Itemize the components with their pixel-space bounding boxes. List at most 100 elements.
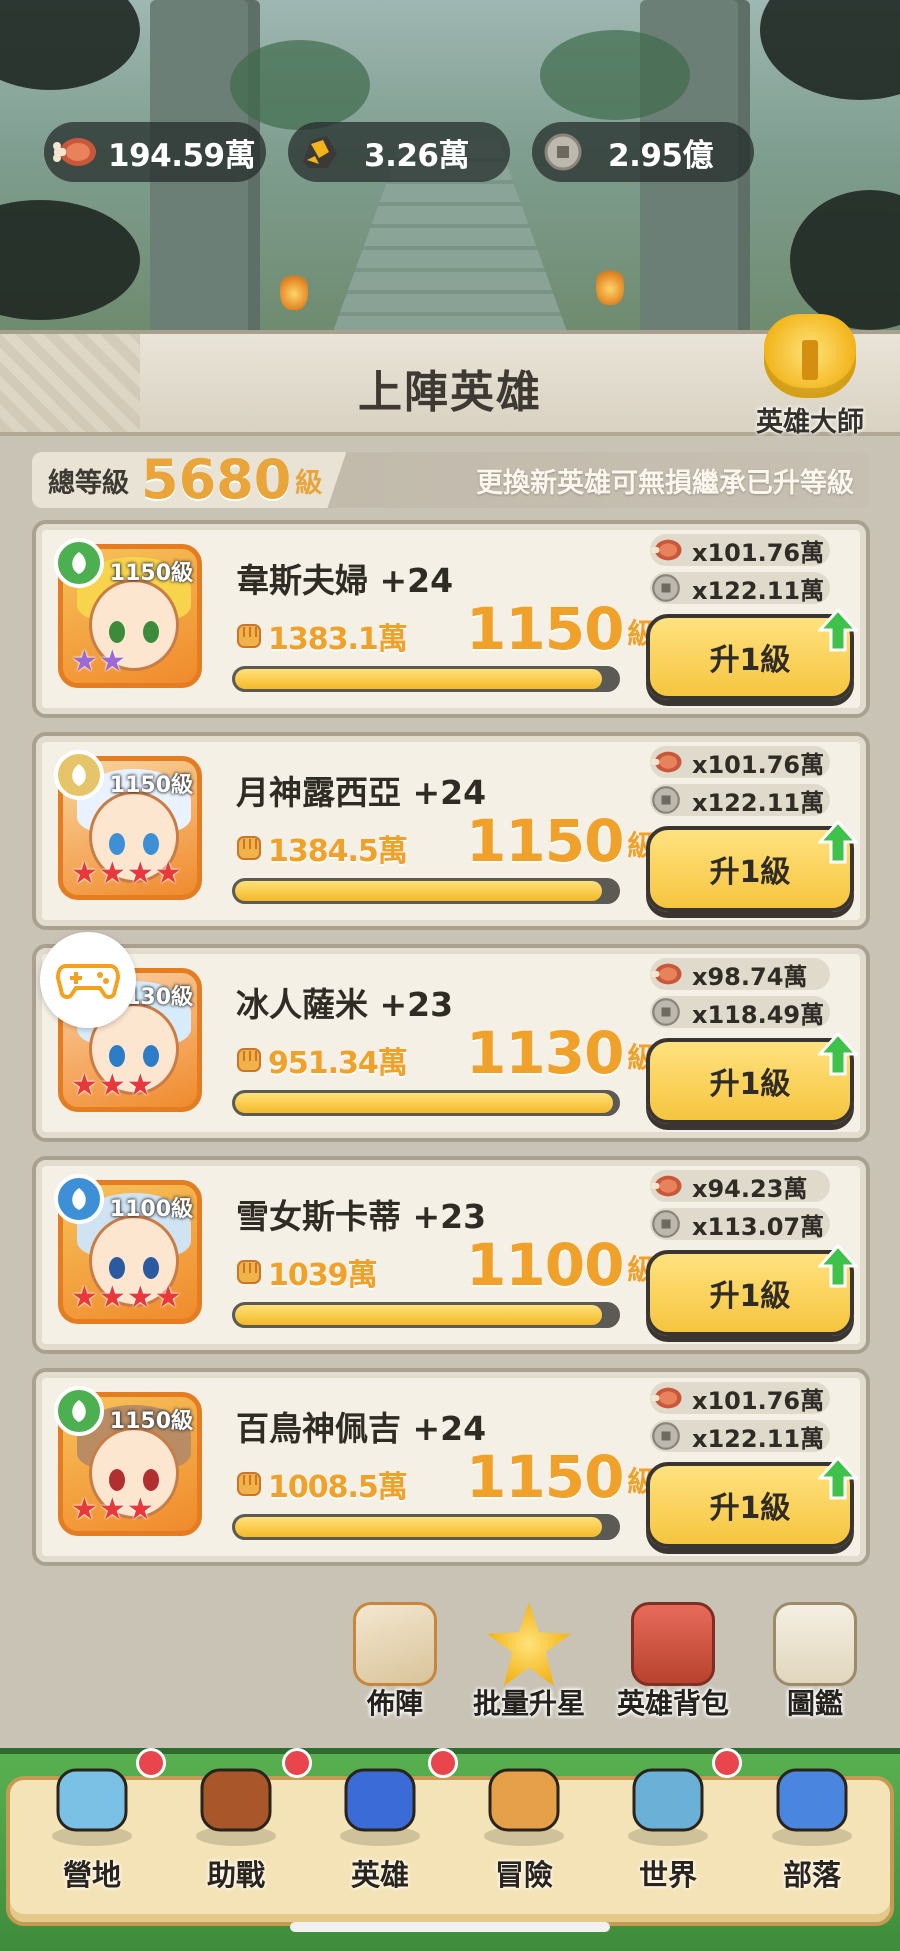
star-icon: ★ <box>71 1280 98 1315</box>
gamepad-icon <box>56 964 120 999</box>
coin-cost-value: x122.11萬 <box>692 1424 825 1453</box>
star-icon: ★ <box>126 1492 154 1527</box>
hero-eye <box>109 1045 125 1067</box>
hero-bag-icon <box>631 1602 715 1686</box>
notification-dot <box>136 1748 166 1778</box>
coin-icon <box>648 1418 684 1454</box>
meat-cost-value: x98.74萬 <box>692 962 808 991</box>
level-progress-bar <box>232 666 620 692</box>
coin-cost: x122.11萬 <box>648 570 830 606</box>
coin-icon <box>648 1206 684 1242</box>
collection-label: 圖鑑 <box>786 1687 843 1720</box>
star-icon: ★ <box>126 1280 154 1315</box>
resource-coin[interactable]: 2.95億 <box>532 122 754 182</box>
hero-stars: ★ ★ <box>71 647 126 677</box>
meat-cost-value: x101.76萬 <box>692 1386 825 1415</box>
portrait-level: 1150級 <box>109 1409 193 1434</box>
panel-header: 上陣英雄 英雄大師 <box>0 314 900 438</box>
formation-button[interactable]: 佈陣 <box>340 1602 450 1722</box>
glove-icon <box>186 1756 286 1848</box>
foliage <box>540 30 690 120</box>
element-badge-icon <box>54 1174 104 1224</box>
level-progress-bar <box>232 878 620 904</box>
progress-fill <box>235 881 602 901</box>
hero-card[interactable]: 1150級 ★ ★ ★ 百鳥神佩吉 +24 1008.5萬 1150 級 x101.… <box>32 1368 870 1566</box>
hero-eye <box>109 1257 125 1279</box>
hero-master-button[interactable]: 英雄大師 <box>750 314 870 438</box>
hero-bag-label: 英雄背包 <box>616 1687 729 1720</box>
foliage <box>0 200 140 320</box>
nav-item-tribe[interactable]: 部落 <box>742 1768 882 1894</box>
foliage <box>230 40 370 130</box>
hero-eye <box>109 1469 125 1491</box>
star-icon: ★ <box>71 1068 98 1103</box>
hero-name: 月神露西亞 +24 <box>236 773 487 812</box>
level-value: 1150 <box>466 595 624 663</box>
foliage <box>760 0 900 100</box>
torch-icon <box>596 265 624 305</box>
coin-icon <box>648 570 684 606</box>
formation-label: 佈陣 <box>366 1687 423 1720</box>
coin-icon <box>536 125 590 179</box>
notification-dot <box>712 1748 742 1778</box>
resource-meat[interactable]: 194.59萬 <box>44 122 266 182</box>
coin-cost-value: x122.11萬 <box>692 788 825 817</box>
hero-name: 冰人薩米 +23 <box>236 985 454 1024</box>
hero-card[interactable]: 1130級 ★ ★ ★ 冰人薩米 +23 951.34萬 1130 級 x98.74… <box>32 944 870 1142</box>
hero-stars: ★ ★ ★ <box>71 1071 154 1101</box>
torch-icon <box>280 270 308 310</box>
star-upgrade-icon <box>487 1602 571 1686</box>
coin-icon <box>648 994 684 1030</box>
hero-card[interactable]: 1150級 ★ ★ 韋斯夫婦 +24 1383.1萬 1150 級 x101.76… <box>32 520 870 718</box>
hero-card[interactable]: 1100級 ★ ★ ★ ★ 雪女斯卡蒂 +23 1039萬 1100 級 x94.23… <box>32 1156 870 1354</box>
notification-dot <box>282 1748 312 1778</box>
batch-star-up-button[interactable]: 批量升星 <box>464 1602 594 1722</box>
coin-cost-value: x122.11萬 <box>692 576 825 605</box>
star-icon: ★ <box>98 1280 126 1315</box>
nav-item-helmet[interactable]: 英雄 <box>310 1768 450 1894</box>
nav-item-glove[interactable]: 助戰 <box>166 1768 306 1894</box>
progress-fill <box>235 1093 614 1113</box>
star-icon: ★ <box>71 856 98 891</box>
nav-label: 部落 <box>782 1858 841 1892</box>
notification-dot <box>428 1748 458 1778</box>
green-up-arrow-icon <box>818 820 858 864</box>
green-up-arrow-icon <box>818 1032 858 1076</box>
nav-item-bat[interactable]: 冒險 <box>454 1768 594 1894</box>
coin-cost: x122.11萬 <box>648 1418 830 1454</box>
game-controller-button[interactable] <box>40 932 136 1028</box>
hero-name: 韋斯夫婦 +24 <box>236 561 454 600</box>
fist-icon <box>237 836 261 860</box>
level-progress-bar <box>232 1090 620 1116</box>
nav-label: 世界 <box>638 1858 697 1892</box>
meat-cost: x101.76萬 <box>650 1382 830 1415</box>
meat-icon <box>648 532 684 568</box>
nav-item-map[interactable]: 世界 <box>598 1768 738 1894</box>
collection-button[interactable]: 圖鑑 <box>760 1602 870 1722</box>
hero-bag-button[interactable]: 英雄背包 <box>608 1602 738 1722</box>
resource-ore[interactable]: 3.26萬 <box>288 122 510 182</box>
nav-item-camp-goal[interactable]: 營地 <box>22 1768 162 1894</box>
ore-icon <box>292 125 346 179</box>
hero-power: 1039萬 <box>232 1250 377 1294</box>
total-level-row: 總等級 5680 級 更換新英雄可無損繼承已升等級 <box>32 452 870 508</box>
hero-card[interactable]: 1150級 ★ ★ ★ ★ 月神露西亞 +24 1384.5萬 1150 級 x101… <box>32 732 870 930</box>
inherit-note: 更換新英雄可無損繼承已升等級 <box>476 467 854 499</box>
batch-star-up-label: 批量升星 <box>472 1687 585 1720</box>
fist-icon <box>237 1260 261 1284</box>
element-badge-icon <box>54 1386 104 1436</box>
hero-power: 951.34萬 <box>232 1038 408 1082</box>
portrait-level: 1100級 <box>109 1197 193 1222</box>
level-value: 1130 <box>466 1019 624 1087</box>
meat-icon <box>648 1168 684 1204</box>
map-icon <box>618 1756 718 1848</box>
ore-value: 3.26萬 <box>364 137 470 174</box>
progress-fill <box>235 1517 602 1537</box>
meat-cost: x98.74萬 <box>650 958 830 991</box>
element-badge-icon <box>54 538 104 588</box>
power-value: 1383.1萬 <box>268 622 408 657</box>
hero-level: 1150 級 <box>466 1446 655 1508</box>
home-indicator <box>290 1922 610 1932</box>
green-up-arrow-icon <box>818 608 858 652</box>
hero-eye <box>143 1045 159 1067</box>
